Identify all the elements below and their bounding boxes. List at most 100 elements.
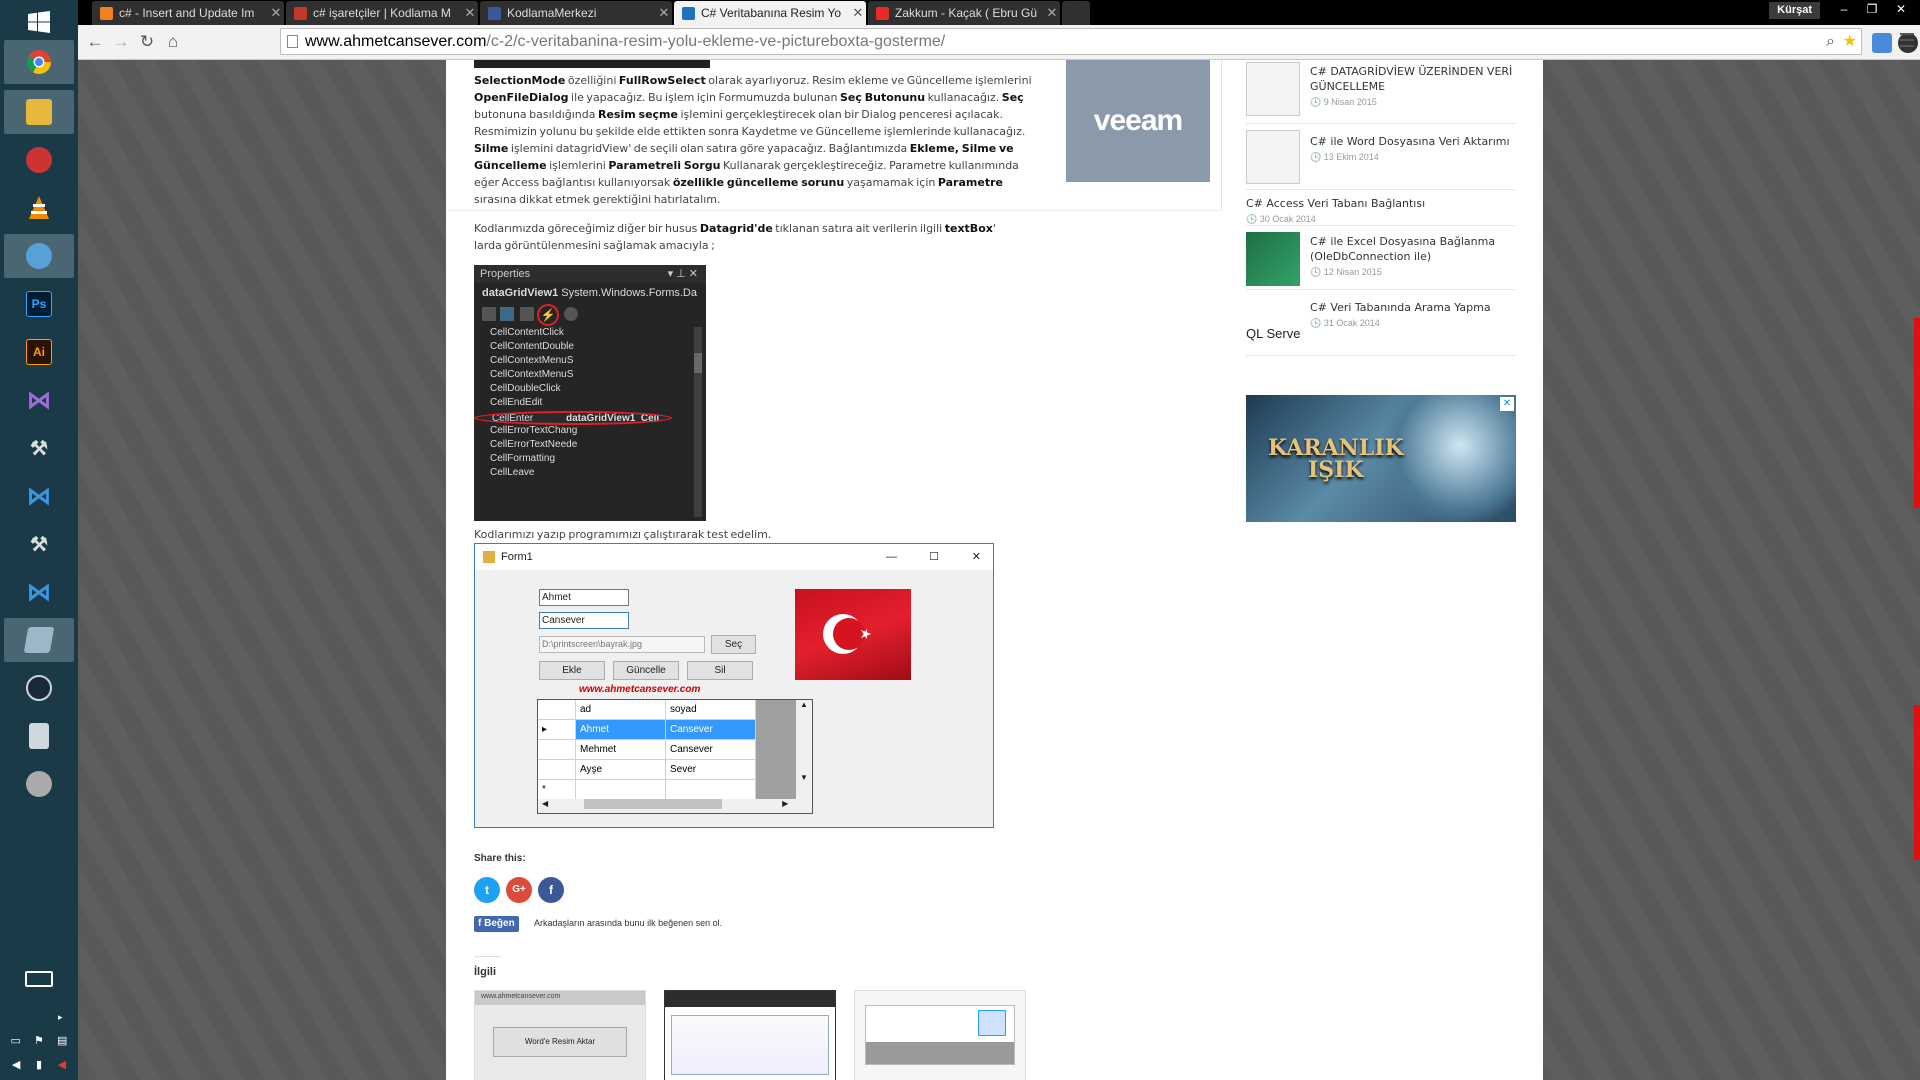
karanlik-isik-ad[interactable]: KARANLIK IŞIK ✕	[1246, 395, 1516, 522]
share-heading: Share this:	[474, 853, 526, 864]
tab-veritabanina-resim[interactable]: C# Veritabanına Resim Yo ✕	[674, 1, 866, 25]
post-date: 🕓 12 Nisan 2015	[1310, 267, 1382, 277]
related-thumb-1[interactable]: www.ahmetcansever.com Word'e Resim Aktar	[474, 990, 646, 1080]
emphasis-text: Seç Butonunu	[840, 91, 926, 104]
share-facebook-button[interactable]: f	[538, 877, 564, 903]
forward-arrow-icon[interactable]: →	[110, 31, 132, 53]
tab-close-icon[interactable]: ✕	[462, 5, 478, 21]
network-icon[interactable]: ▤	[57, 1034, 67, 1047]
taskbar-vscode-2[interactable]: ⋈	[4, 570, 74, 614]
browser-toolbar: ← → ↻ ⌂ www.ahmetcansever.com/c-2/c-veri…	[78, 25, 1920, 60]
grid-cell: Sever	[666, 760, 756, 780]
article-paragraph: SelectionMode özelliğini FullRowSelect o…	[474, 72, 1034, 208]
menu-hamburger-icon[interactable]	[1900, 33, 1914, 47]
event-name: CellLeave	[490, 467, 535, 478]
taskbar-paint[interactable]	[4, 234, 74, 278]
alert-icon[interactable]: ◀	[58, 1058, 66, 1071]
translate-extension-icon[interactable]	[1872, 33, 1892, 53]
emphasis-text: Datagrid'de	[699, 222, 773, 235]
event-row: CellLeave	[474, 467, 672, 481]
tab-kodlamamerkezi[interactable]: KodlamaMerkezi ✕	[480, 1, 672, 25]
taskbar-illustrator[interactable]: Ai	[4, 330, 74, 374]
row-header: *	[538, 780, 576, 800]
recent-posts-list: C# DATAGRİDVİEW ÜZERİNDEN VERİ GÜNCELLEM…	[1246, 60, 1516, 356]
taskbar-vscode[interactable]: ⋈	[4, 474, 74, 518]
tab-isaretciler[interactable]: c# işaretçiler | Kodlama M ✕	[286, 1, 478, 25]
grid-row: ▸ Ahmet Cansever	[538, 720, 796, 740]
tab-zakkum[interactable]: Zakkum - Kaçak ( Ebru Gü ✕	[868, 1, 1060, 25]
show-hidden-icons-arrow[interactable]: ▸	[58, 1012, 63, 1023]
taskbar-tools[interactable]: ⚒	[4, 426, 74, 470]
reload-icon[interactable]: ↻	[136, 31, 158, 53]
profile-button[interactable]: Kürşat	[1769, 2, 1820, 19]
chrome-menu-icon[interactable]	[1896, 25, 1897, 26]
excel-thumbnail	[1246, 232, 1300, 286]
grid-corner	[538, 700, 576, 720]
address-bar[interactable]: www.ahmetcansever.com/c-2/c-veritabanina…	[280, 28, 1862, 55]
tab-close-icon[interactable]: ✕	[1044, 5, 1060, 21]
recent-post[interactable]: QL Serve C# Veri Tabanında Arama Yapma 🕓 …	[1246, 290, 1516, 356]
ad-close-icon[interactable]: ✕	[1500, 397, 1514, 411]
volume-icon[interactable]: ◀	[12, 1058, 20, 1071]
tab-insert-update[interactable]: c# - Insert and Update Im ✕	[92, 1, 284, 25]
flag-icon[interactable]: ⚑	[34, 1034, 44, 1047]
properties-screenshot: Properties ▾ ⊥ ✕ dataGridView1 System.Wi…	[474, 265, 706, 521]
minimize-button[interactable]: –	[1832, 0, 1856, 19]
site-favicon-icon	[682, 6, 695, 20]
taskbar-visual-studio[interactable]: ⋈	[4, 378, 74, 422]
browser-tab-strip: c# - Insert and Update Im ✕ c# işaretçile…	[78, 0, 1920, 25]
back-arrow-icon[interactable]: ←	[84, 31, 106, 53]
restore-button[interactable]: ❐	[1860, 0, 1884, 19]
taskbar-chrome[interactable]	[4, 40, 74, 84]
recent-post[interactable]: C# Access Veri Tabanı Bağlantısı 🕓 30 Oca…	[1246, 190, 1516, 226]
taskbar-file-explorer[interactable]	[4, 90, 74, 134]
zoom-icon[interactable]: ⌕	[1826, 29, 1835, 54]
related-thumb-3[interactable]	[854, 990, 1026, 1080]
image-bottom-edge	[474, 60, 710, 68]
visual-studio-icon: ⋈	[27, 386, 51, 414]
post-title: C# ile Word Dosyasına Veri Aktarımı	[1310, 135, 1510, 148]
emphasis-text: Resim seçme	[597, 108, 678, 121]
calculator-icon	[29, 723, 49, 749]
share-twitter-button[interactable]: t	[474, 877, 500, 903]
recent-post[interactable]: C# DATAGRİDVİEW ÜZERİNDEN VERİ GÜNCELLEM…	[1246, 60, 1516, 124]
battery-icon[interactable]: ▭	[11, 1034, 21, 1047]
taskbar-media[interactable]	[4, 762, 74, 806]
sidebar-divider	[1221, 60, 1222, 210]
taskbar-vlc[interactable]	[4, 186, 74, 230]
form1-screenshot: Form1 — ☐ ✕ Ahmet Cansever D:\printscree…	[474, 543, 994, 828]
tab-title: C# Veritabanına Resim Yo	[701, 6, 842, 20]
tab-close-icon[interactable]: ✕	[850, 5, 866, 21]
taskbar-snipping-tool[interactable]	[4, 138, 74, 182]
grid-row: Mehmet Cansever	[538, 740, 796, 760]
taskbar-photoshop[interactable]: Ps	[4, 282, 74, 326]
tab-close-icon[interactable]: ✕	[268, 5, 284, 21]
taskbar-tools-2[interactable]: ⚒	[4, 522, 74, 566]
related-thumb-2[interactable]	[664, 990, 836, 1080]
windows-start-button[interactable]	[4, 0, 74, 44]
tab-close-icon[interactable]: ✕	[656, 5, 672, 21]
grid-cell	[576, 780, 666, 800]
signal-icon[interactable]: ▮	[36, 1058, 42, 1071]
thumb-button: Word'e Resim Aktar	[493, 1027, 627, 1057]
recent-post[interactable]: C# ile Excel Dosyasına Bağlanma (OleDbCo…	[1246, 226, 1516, 290]
properties-pin-icon: ▾ ⊥ ✕	[667, 268, 698, 280]
taskbar-notes[interactable]	[4, 618, 74, 662]
taskbar-calculator[interactable]	[4, 714, 74, 758]
bookmark-star-icon[interactable]: ★	[1843, 29, 1857, 54]
veeam-ad[interactable]: veeam	[1066, 60, 1210, 182]
emphasis-text: FullRowSelect	[618, 74, 706, 87]
event-handler-value: dataGridView1_Cell	[566, 413, 660, 424]
row-header	[538, 760, 576, 780]
grid-cell: Ayşe	[576, 760, 666, 780]
like-button[interactable]: f Beğen	[474, 916, 519, 932]
new-tab-button[interactable]	[1062, 1, 1090, 25]
touch-keyboard-button[interactable]	[4, 965, 74, 993]
event-row: CellEndEdit	[474, 397, 672, 411]
taskbar-steam[interactable]	[4, 666, 74, 710]
share-google-button[interactable]: G+	[506, 877, 532, 903]
close-window-button[interactable]: ✕	[1886, 0, 1916, 19]
recent-post[interactable]: C# ile Word Dosyasına Veri Aktarımı 🕓 13 …	[1246, 124, 1516, 190]
flag-crescent-icon	[823, 614, 871, 654]
home-icon[interactable]: ⌂	[162, 31, 184, 53]
